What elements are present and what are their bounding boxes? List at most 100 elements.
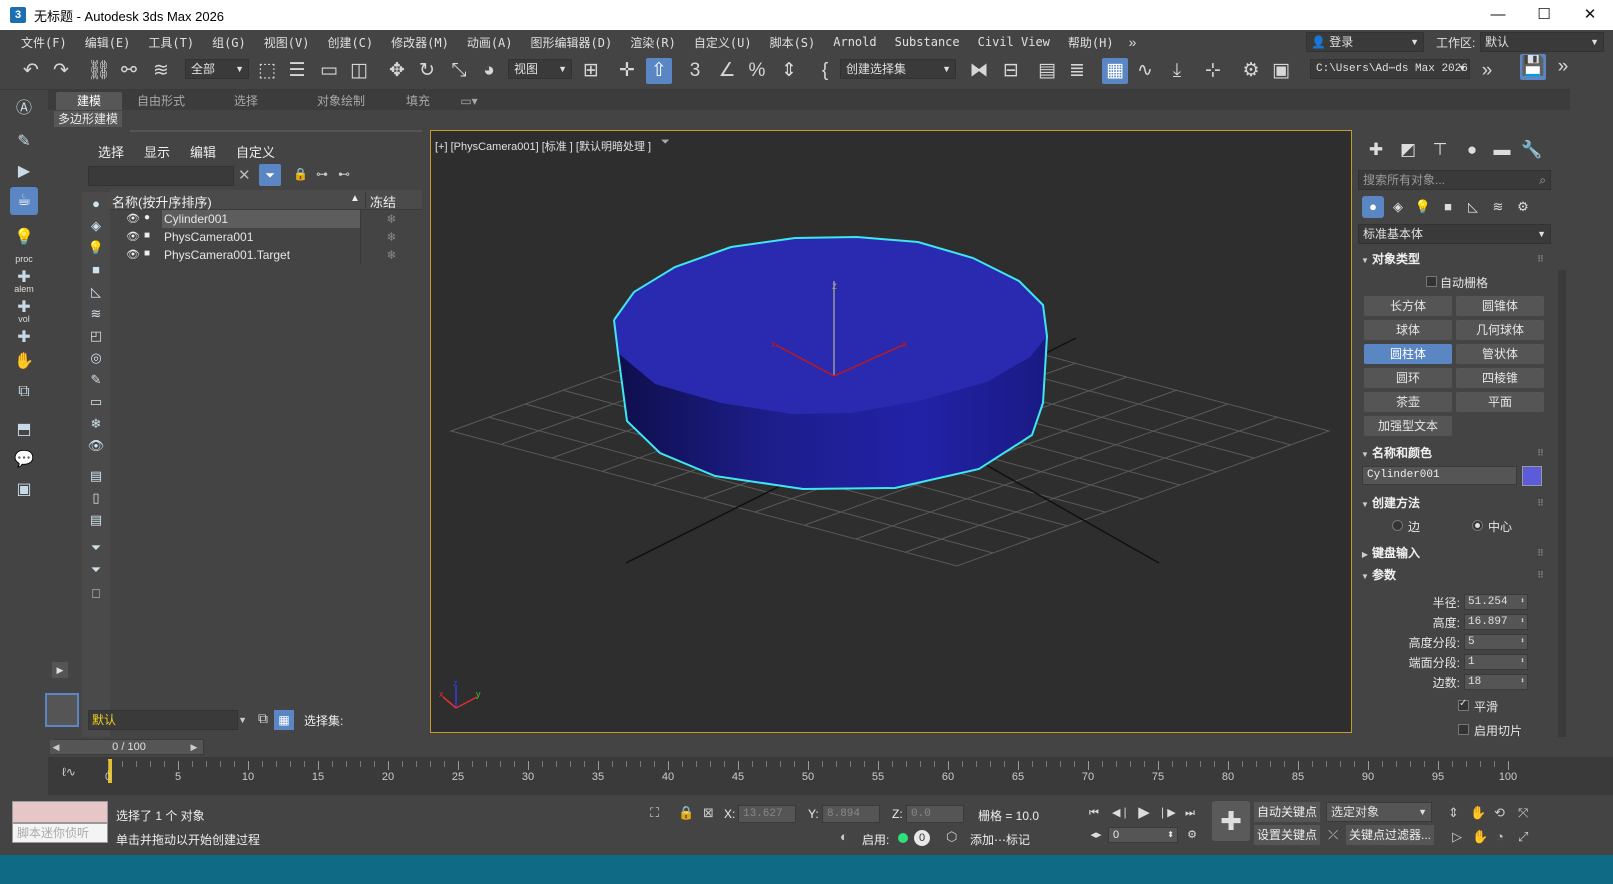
scene-row[interactable]: 👁 ● Cylinder001 ❄	[110, 210, 422, 228]
containers-filter-icon[interactable]: ▭	[86, 392, 106, 412]
center-radio[interactable]	[1472, 520, 1483, 531]
frozen-filter-icon[interactable]: ❄	[86, 414, 106, 434]
text-tool-icon[interactable]: Ⓐ	[10, 95, 38, 123]
orbit-subobject-icon[interactable]: ⤧	[1518, 805, 1528, 821]
menu-views[interactable]: 视图(V)	[255, 34, 319, 51]
plane-button[interactable]: 平面	[1456, 392, 1544, 412]
proc-icon[interactable]: proc ✚	[10, 254, 38, 286]
link-icon[interactable]: ⛓	[86, 58, 112, 84]
text-plus-button[interactable]: 加强型文本	[1364, 416, 1452, 436]
cameras-filter-icon[interactable]: ■	[86, 260, 106, 280]
curve-editor-icon[interactable]: ∿	[1132, 58, 1158, 84]
project-path-dropdown[interactable]: C:\Users\Ad⋯ds Max 2026 ▼	[1310, 59, 1470, 79]
current-frame-field[interactable]: 0 ⬍	[1108, 827, 1178, 843]
helpers-category-icon[interactable]: ◺	[1462, 196, 1484, 218]
menu-create[interactable]: 创建(C)	[318, 34, 382, 51]
hierarchy-icon[interactable]: ⊶	[316, 167, 328, 181]
menu-substance[interactable]: Substance	[886, 35, 969, 49]
key-mode-dropdown[interactable]: 选定对象 ▼	[1326, 802, 1432, 822]
tab-selection[interactable]: 选择	[216, 92, 276, 110]
name-color-rollout[interactable]: ▼ 名称和颜色 ⠿	[1358, 444, 1548, 462]
timeline-ruler[interactable]: 0 5 10 15 20 25 30 35 40 45 50 55 60 65 70 75 80 85 90 95 10…	[105, 757, 1517, 795]
box-button[interactable]: 长方体	[1364, 296, 1452, 316]
cylinder-button[interactable]: 圆柱体	[1364, 344, 1452, 364]
toggle-ribbon-icon[interactable]: ▦	[1102, 58, 1128, 84]
key-filters-button[interactable]: 关键点过滤器...	[1346, 825, 1435, 845]
spinner-arrows-icon[interactable]: ⬍	[1520, 675, 1525, 689]
helpers-filter-icon[interactable]: ◺	[86, 282, 106, 302]
rect-selection-icon[interactable]: ▭	[316, 58, 342, 84]
y-field[interactable]: 8.894	[822, 805, 880, 823]
schematic-view-icon[interactable]: ⤓	[1164, 58, 1190, 84]
teapot-button[interactable]: 茶壶	[1364, 392, 1452, 412]
lights-filter-icon[interactable]: 💡	[86, 238, 106, 258]
notes-icon[interactable]: ▤	[86, 510, 106, 530]
height-segments-spinner[interactable]: 5 ⬍	[1464, 634, 1528, 650]
menu-tools[interactable]: 工具(T)	[139, 34, 203, 51]
freeze-icon[interactable]: ❄	[360, 228, 422, 246]
expand-arrow-icon[interactable]: ▶	[52, 662, 68, 678]
time-config-icon[interactable]: ◂▸	[1088, 827, 1104, 843]
primitive-type-dropdown[interactable]: 标准基本体 ▼	[1358, 224, 1551, 244]
object-type-rollout[interactable]: ▼ 对象类型 ⠿	[1358, 250, 1548, 268]
spinner-arrows-icon[interactable]: ⬍	[1167, 828, 1174, 842]
time-configuration-icon[interactable]: ⚙	[1184, 827, 1200, 843]
shapes-category-icon[interactable]: ◈	[1387, 196, 1409, 218]
workspace-dropdown[interactable]: 默认 ▼	[1480, 32, 1604, 52]
layers-stack-icon[interactable]: ⧉	[258, 710, 268, 727]
zoom-extents-icon[interactable]: ⇕	[1448, 805, 1459, 821]
pivot-center-icon[interactable]: ⊞	[578, 58, 604, 84]
geosphere-button[interactable]: 几何球体	[1456, 320, 1544, 340]
systems-category-icon[interactable]: ⚙	[1512, 196, 1534, 218]
edge-radio[interactable]	[1392, 520, 1403, 531]
named-selection-dropdown[interactable]: 创建选择集 ▼	[840, 59, 956, 79]
freeze-icon[interactable]: ❄	[360, 246, 422, 264]
maximize-button[interactable]: ☐	[1521, 0, 1567, 30]
layer-explorer-button[interactable]: ▦	[274, 710, 294, 730]
keyboard-entry-rollout[interactable]: ▶ 键盘输入 ⠿	[1358, 544, 1548, 562]
scene-menu-select[interactable]: 选择	[88, 142, 134, 161]
stack-icon[interactable]: ⧉	[10, 378, 38, 406]
spinner-arrows-icon[interactable]: ⬍	[1520, 595, 1525, 609]
eye-icon[interactable]: 👁	[126, 212, 140, 225]
selection-lock-icon[interactable]: 🔒	[678, 805, 694, 821]
ref-coord-dropdown[interactable]: 视图 ▼	[508, 59, 572, 79]
hidden-filter-icon[interactable]: 👁	[86, 436, 106, 456]
hand-icon[interactable]: ✋	[10, 348, 38, 376]
spacewarps-category-icon[interactable]: ≋	[1487, 196, 1509, 218]
command-panel-scrollbar[interactable]	[1558, 270, 1566, 740]
time-slider[interactable]: 0 / 100	[54, 739, 204, 755]
groups-filter-icon[interactable]: ◰	[86, 326, 106, 346]
creation-method-rollout[interactable]: ▼ 创建方法 ⠿	[1358, 494, 1548, 512]
smooth-checkbox[interactable]	[1458, 698, 1469, 711]
sphere-button[interactable]: 球体	[1364, 320, 1452, 340]
scale-icon[interactable]: ⤡	[446, 58, 472, 84]
scene-row-name[interactable]: PhysCamera001.Target	[162, 246, 360, 264]
go-to-end-icon[interactable]: ⏭	[1182, 805, 1198, 821]
spinner-arrows-icon[interactable]: ⬍	[1520, 615, 1525, 629]
snaps-toggle-icon[interactable]: 3	[682, 58, 708, 84]
render-icon[interactable]: ▶	[10, 158, 38, 186]
spinner-arrows-icon[interactable]: ⬍	[1520, 635, 1525, 649]
selection-filter-dropdown[interactable]: 全部 ▼	[185, 59, 249, 79]
menu-more-icon[interactable]: »	[1129, 34, 1137, 50]
pan-icon[interactable]: ✋	[1470, 805, 1486, 821]
select-object-icon[interactable]: ⬚	[254, 58, 280, 84]
keyboard-shortcut-override-icon[interactable]: ⇧	[646, 58, 672, 84]
render-setup-icon[interactable]: ⚙	[1238, 58, 1264, 84]
torus-button[interactable]: 圆环	[1364, 368, 1452, 388]
redo-icon[interactable]: ↷	[48, 58, 74, 84]
menu-rendering[interactable]: 渲染(R)	[621, 34, 685, 51]
z-field[interactable]: 0.0	[906, 805, 964, 823]
layer-explorer-icon[interactable]: ≣	[1064, 58, 1090, 84]
menu-group[interactable]: 组(G)	[203, 34, 255, 51]
maxscript-listener-input[interactable]	[12, 801, 108, 823]
eye-icon[interactable]: 👁	[126, 230, 140, 243]
unlink-icon[interactable]: ⚯	[116, 58, 142, 84]
zoom-all-icon[interactable]: ✋	[1472, 829, 1488, 845]
parameters-rollout[interactable]: ▼ 参数 ⠿	[1358, 566, 1548, 584]
menu-scripting[interactable]: 脚本(S)	[761, 34, 825, 51]
maxscript-mini-input[interactable]: 脚本迷你侦听	[12, 823, 108, 843]
mirror-icon[interactable]: ⧓	[966, 58, 992, 84]
scene-row-name[interactable]: PhysCamera001	[162, 228, 360, 246]
